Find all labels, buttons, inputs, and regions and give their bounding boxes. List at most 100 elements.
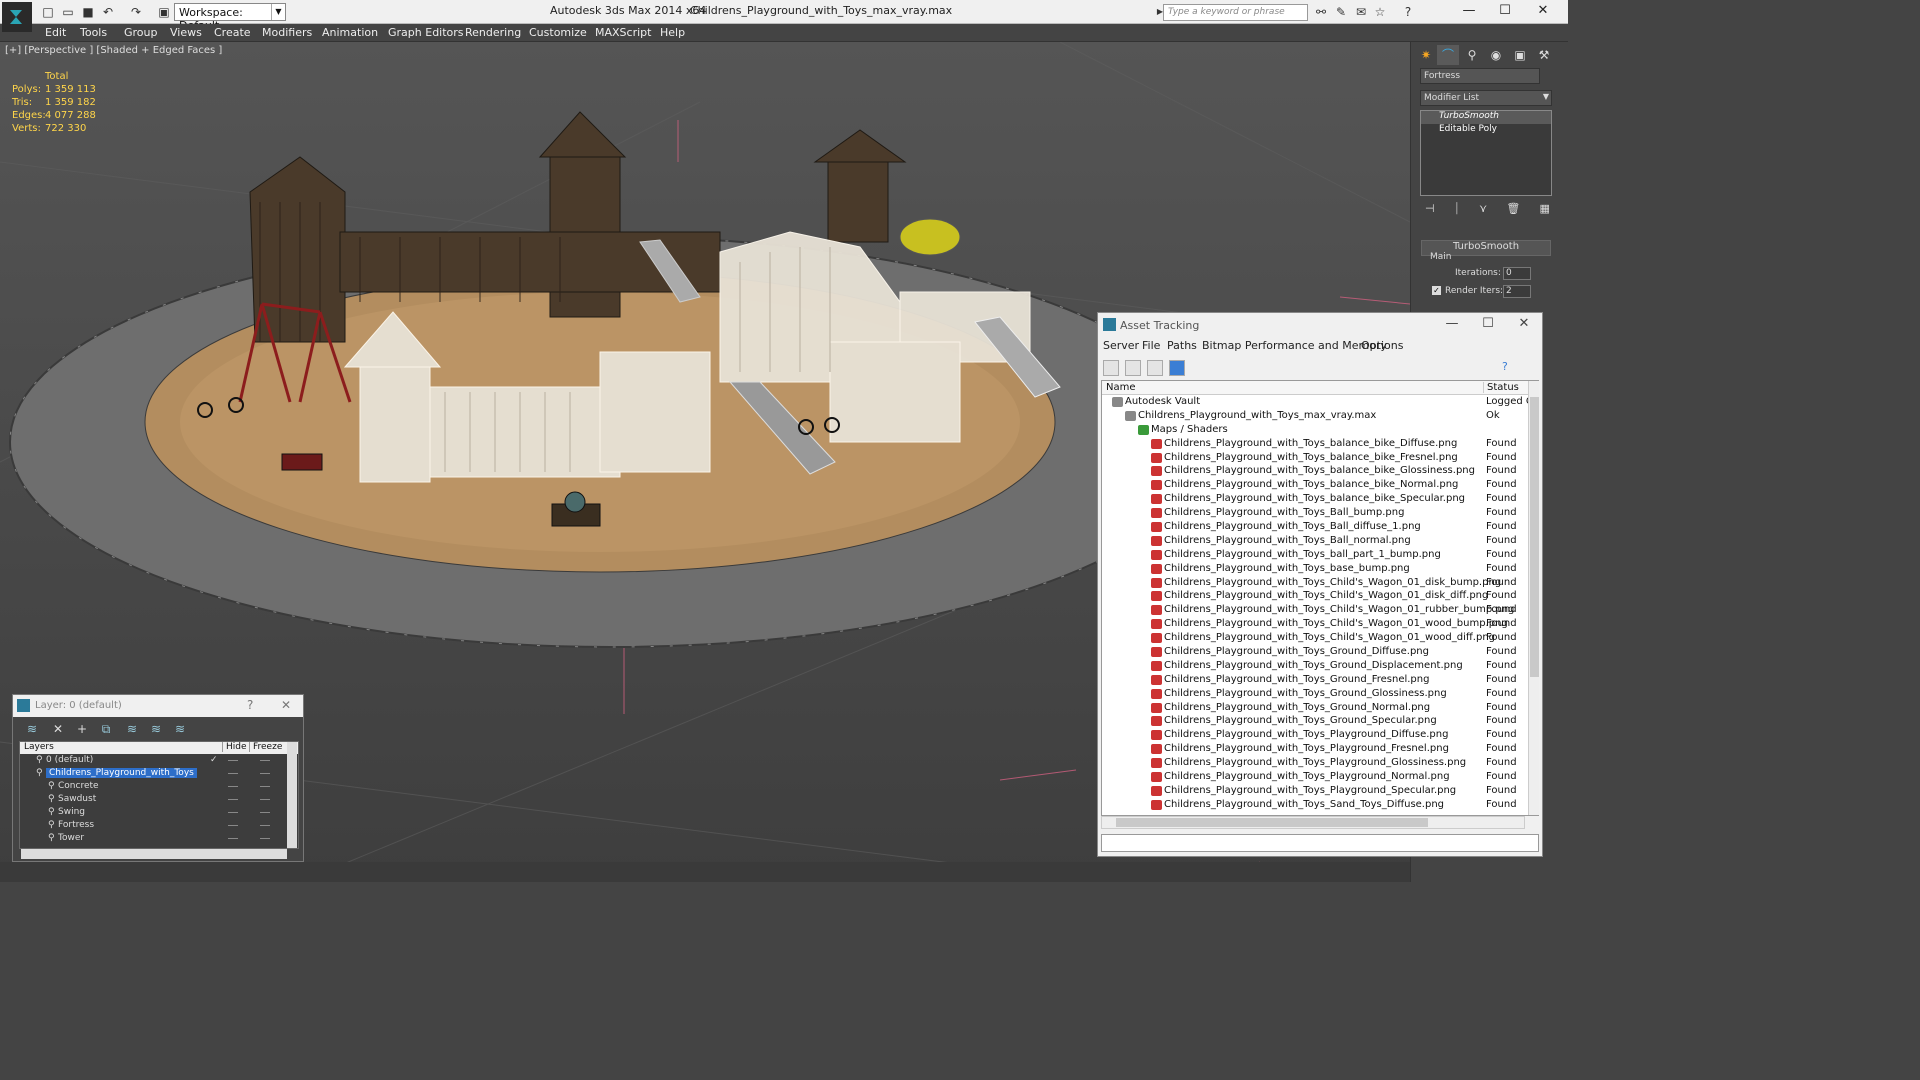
asset-row[interactable]: Childrens_Playground_with_Toys_Child's_W… [1102, 589, 1538, 603]
freeze-toggle[interactable] [260, 812, 270, 813]
hide-toggle[interactable] [228, 773, 238, 774]
create-layer-icon[interactable]: ≋ [23, 721, 41, 737]
menu-maxscript[interactable]: MAXScript [595, 26, 651, 39]
render-iters-checkbox[interactable]: ✓ [1432, 286, 1441, 295]
undo-icon[interactable]: ↶ [100, 4, 116, 20]
asset-row[interactable]: Childrens_Playground_with_Toys_balance_b… [1102, 451, 1538, 465]
communication-icon[interactable]: ✉ [1353, 4, 1369, 20]
asset-row[interactable]: Childrens_Playground_with_Toys_Ball_norm… [1102, 534, 1538, 548]
stack-item-editable-poly[interactable]: Editable Poly [1421, 124, 1551, 137]
close-button[interactable]: ✕ [1514, 316, 1534, 331]
asset-row[interactable]: Childrens_Playground_with_Toys_max_vray.… [1102, 409, 1538, 423]
asset-row[interactable]: Childrens_Playground_with_Toys_Ball_bump… [1102, 506, 1538, 520]
scroll-thumb[interactable] [1530, 397, 1539, 677]
maximize-button[interactable]: ☐ [1490, 2, 1520, 20]
utilities-tab-icon[interactable]: ⚒ [1533, 45, 1555, 65]
layer-row[interactable]: ⚲ 0 (default) ✓ [20, 754, 298, 767]
stack-item-turbosmooth[interactable]: TurboSmooth [1421, 111, 1551, 124]
table-view-icon[interactable] [1169, 360, 1185, 376]
asset-row[interactable]: Autodesk Vault Logged O [1102, 395, 1538, 409]
save-file-icon[interactable]: ■ [80, 4, 96, 20]
pin-stack-icon[interactable]: ⊣ [1425, 202, 1435, 218]
asset-row[interactable]: Childrens_Playground_with_Toys_base_bump… [1102, 562, 1538, 576]
open-file-icon[interactable]: ▭ [60, 4, 76, 20]
search-input[interactable]: Type a keyword or phrase [1163, 4, 1308, 21]
layer-row[interactable]: ⚲ Sawdust [20, 793, 298, 806]
menu-create[interactable]: Create [214, 26, 251, 39]
object-name-field[interactable]: Fortress [1420, 68, 1540, 84]
menu-options[interactable]: Options [1361, 339, 1403, 352]
display-tab-icon[interactable]: ▣ [1509, 45, 1531, 65]
help-icon[interactable]: ? [1400, 4, 1416, 20]
close-button[interactable]: ✕ [1528, 2, 1558, 20]
menu-bitmap-performance[interactable]: Bitmap Performance and Memory [1202, 339, 1387, 352]
hide-toggle[interactable] [228, 812, 238, 813]
menu-customize[interactable]: Customize [529, 26, 587, 39]
close-button[interactable]: ✕ [281, 698, 291, 712]
menu-file[interactable]: File [1142, 339, 1160, 352]
asset-row[interactable]: Childrens_Playground_with_Toys_balance_b… [1102, 437, 1538, 451]
hide-all-icon[interactable]: ≋ [147, 721, 165, 737]
asset-row[interactable]: Childrens_Playground_with_Toys_Sand_Toys… [1102, 798, 1538, 812]
select-objects-icon[interactable]: ⧉ [97, 721, 115, 737]
list-view-icon[interactable] [1125, 360, 1141, 376]
hide-toggle[interactable] [228, 825, 238, 826]
refresh-icon[interactable] [1103, 360, 1119, 376]
minimize-button[interactable]: — [1454, 2, 1484, 20]
freeze-toggle[interactable] [260, 825, 270, 826]
col-freeze[interactable]: Freeze [249, 742, 282, 752]
minimize-button[interactable]: — [1442, 316, 1462, 331]
layer-row[interactable]: ⚲ Fortress [20, 819, 298, 832]
menu-views[interactable]: Views [170, 26, 202, 39]
project-folder-icon[interactable]: ▣ [156, 4, 172, 20]
freeze-all-icon[interactable]: ≋ [171, 721, 189, 737]
binoculars-icon[interactable]: ⚯ [1313, 4, 1329, 20]
menu-rendering[interactable]: Rendering [465, 26, 521, 39]
help-button[interactable]: ? [247, 698, 253, 712]
new-file-icon[interactable]: □ [40, 4, 56, 20]
asset-row[interactable]: Childrens_Playground_with_Toys_Playgroun… [1102, 742, 1538, 756]
hide-toggle[interactable] [228, 786, 238, 787]
col-status[interactable]: Status [1483, 382, 1519, 393]
asset-path-field[interactable] [1101, 834, 1539, 852]
hierarchy-tab-icon[interactable]: ⚲ [1461, 45, 1483, 65]
scroll-thumb[interactable] [1116, 818, 1428, 827]
freeze-toggle[interactable] [260, 786, 270, 787]
asset-row[interactable]: Childrens_Playground_with_Toys_Playgroun… [1102, 770, 1538, 784]
hide-toggle[interactable] [228, 760, 238, 761]
menu-paths[interactable]: Paths [1167, 339, 1197, 352]
show-end-result-icon[interactable]: ⏐ [1454, 202, 1460, 218]
asset-row[interactable]: Childrens_Playground_with_Toys_Playgroun… [1102, 728, 1538, 742]
menu-server[interactable]: Server [1103, 339, 1139, 352]
asset-row[interactable]: Childrens_Playground_with_Toys_Child's_W… [1102, 603, 1538, 617]
modify-tab-icon[interactable]: ⌒ [1437, 45, 1459, 65]
freeze-toggle[interactable] [260, 760, 270, 761]
asset-row[interactable]: Childrens_Playground_with_Toys_Child's_W… [1102, 631, 1538, 645]
redo-icon[interactable]: ↷ [128, 4, 144, 20]
iterations-spinner[interactable]: 0 [1503, 267, 1531, 280]
asset-row[interactable]: Childrens_Playground_with_Toys_Ground_Gl… [1102, 687, 1538, 701]
hide-toggle[interactable] [228, 838, 238, 839]
horizontal-scrollbar[interactable] [21, 849, 287, 859]
menu-graph-editors[interactable]: Graph Editors [388, 26, 464, 39]
asset-row[interactable]: Childrens_Playground_with_Toys_Ground_Di… [1102, 645, 1538, 659]
remove-modifier-icon[interactable]: 🗑 [1506, 202, 1520, 218]
asset-row[interactable]: Childrens_Playground_with_Toys_Ball_diff… [1102, 520, 1538, 534]
asset-row[interactable]: Childrens_Playground_with_Toys_Playgroun… [1102, 784, 1538, 798]
thumbnail-view-icon[interactable] [1147, 360, 1163, 376]
highlight-layer-icon[interactable]: ≋ [123, 721, 141, 737]
asset-row[interactable]: Childrens_Playground_with_Toys_Child's_W… [1102, 576, 1538, 590]
asset-row[interactable]: Childrens_Playground_with_Toys_ball_part… [1102, 548, 1538, 562]
menu-help[interactable]: Help [660, 26, 685, 39]
subscription-icon[interactable]: ✎ [1333, 4, 1349, 20]
menu-animation[interactable]: Animation [322, 26, 378, 39]
vertical-scrollbar[interactable] [287, 742, 297, 848]
add-selected-icon[interactable]: + [73, 721, 91, 737]
menu-group[interactable]: Group [124, 26, 158, 39]
make-unique-icon[interactable]: ⋎ [1479, 202, 1487, 218]
asset-row[interactable]: Childrens_Playground_with_Toys_Ground_Fr… [1102, 673, 1538, 687]
asset-row[interactable]: Childrens_Playground_with_Toys_balance_b… [1102, 464, 1538, 478]
help-icon[interactable]: ? [1502, 360, 1518, 376]
hide-toggle[interactable] [228, 799, 238, 800]
asset-row[interactable]: Maps / Shaders [1102, 423, 1538, 437]
